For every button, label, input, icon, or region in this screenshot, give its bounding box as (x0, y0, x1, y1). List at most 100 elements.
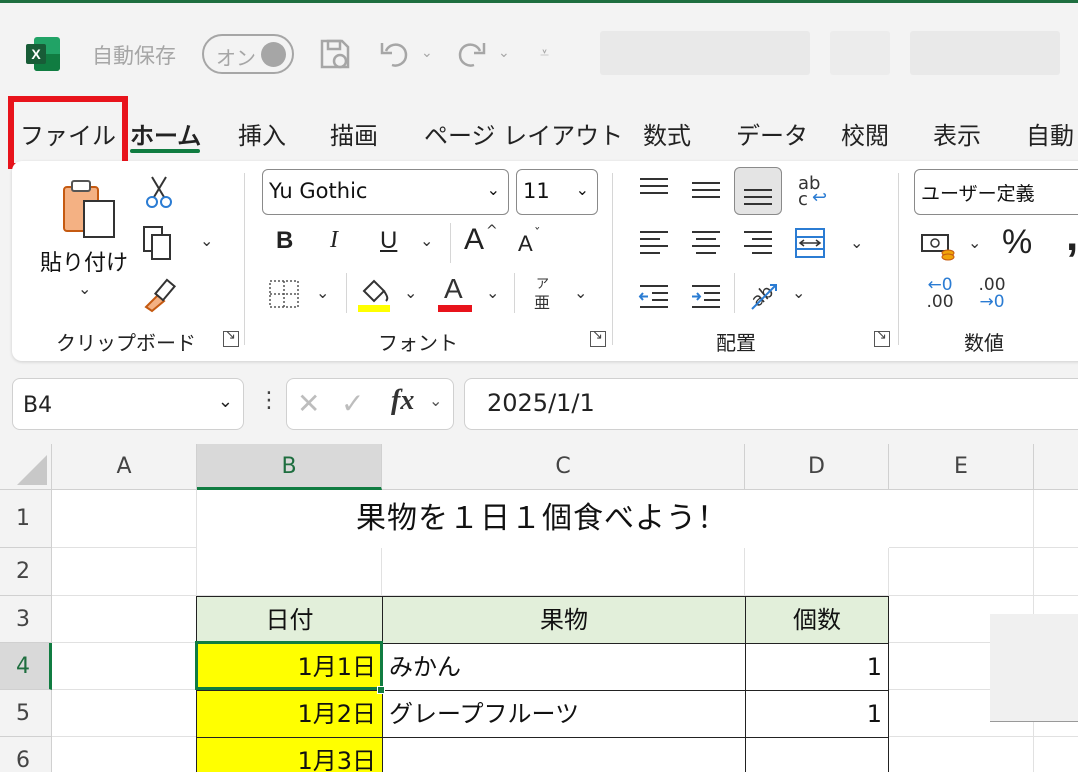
decrease-indent-icon[interactable] (638, 283, 670, 311)
cell-b2[interactable] (197, 548, 382, 596)
row-header-4[interactable]: 4 (0, 643, 52, 690)
align-middle-icon[interactable] (690, 175, 722, 205)
tab-data[interactable]: データ (736, 116, 808, 151)
cell-e6[interactable] (889, 737, 1034, 772)
name-box[interactable]: B4 ⌄ (12, 378, 244, 430)
formula-input[interactable]: 2025/1/1 (464, 378, 1078, 430)
decrease-font-size-button[interactable]: A (518, 231, 533, 257)
increase-decimal-button[interactable]: ←0 .00 (920, 277, 960, 317)
format-painter-icon[interactable] (142, 277, 178, 313)
accounting-dropdown-icon[interactable]: ⌄ (968, 233, 981, 252)
redo-icon[interactable] (454, 37, 488, 71)
cell-a2[interactable] (52, 548, 197, 596)
align-left-icon[interactable] (638, 229, 670, 257)
autosave-toggle[interactable]: オン (202, 34, 294, 74)
table-row-fruit[interactable]: みかん (382, 643, 746, 691)
column-header-c[interactable]: C (382, 444, 745, 490)
font-dialog-launcher-icon[interactable] (590, 328, 606, 347)
phonetic-guide-button[interactable]: ア 亜 (532, 273, 562, 317)
insert-function-button[interactable]: fx (391, 385, 414, 417)
select-all-corner[interactable] (0, 444, 52, 490)
row-header-5[interactable]: 5 (0, 690, 52, 737)
font-size-combo[interactable]: 11 ⌄ (516, 169, 598, 215)
table-row-date[interactable]: 1月2日 (196, 690, 383, 738)
cell-d2[interactable] (745, 548, 889, 596)
row-header-1[interactable]: 1 (0, 490, 52, 548)
row-header-2[interactable]: 2 (0, 548, 52, 596)
percent-style-button[interactable]: % (1002, 223, 1032, 262)
decrease-decimal-button[interactable]: .00 →0 (972, 277, 1012, 317)
underline-dropdown-icon[interactable]: ⌄ (420, 231, 433, 250)
formula-bar-grip-icon[interactable]: ⋮ (258, 388, 280, 413)
table-row-date[interactable]: 1月3日 (196, 737, 383, 772)
cell-a6[interactable] (52, 737, 197, 772)
comma-style-button[interactable]: , (1066, 211, 1078, 261)
column-header-d[interactable]: D (745, 444, 889, 490)
column-header-b[interactable]: B (197, 444, 382, 490)
align-center-icon[interactable] (690, 229, 722, 257)
fill-color-dropdown-icon[interactable]: ⌄ (404, 283, 417, 302)
table-row-count[interactable]: 1 (745, 643, 889, 691)
increase-font-size-button[interactable]: A (464, 223, 484, 257)
cell-f1[interactable] (1034, 490, 1078, 548)
phonetic-dropdown-icon[interactable]: ⌄ (574, 283, 587, 302)
cell-f6[interactable] (1034, 737, 1078, 772)
wrap-text-button[interactable]: ab c ↩ (798, 173, 830, 210)
align-top-icon[interactable] (638, 175, 670, 203)
cell-a5[interactable] (52, 690, 197, 737)
confirm-entry-icon[interactable]: ✓ (341, 387, 364, 420)
floating-panel[interactable] (990, 614, 1078, 722)
tab-view[interactable]: 表示 (933, 116, 981, 151)
customize-qat-icon[interactable]: ⩡ (540, 43, 549, 63)
font-name-combo[interactable]: Yu Gothic ⌄ (262, 169, 509, 215)
underline-button[interactable]: U (380, 227, 397, 255)
table-header-count[interactable]: 個数 (745, 596, 889, 644)
tab-page-layout[interactable]: ページ レイアウト (424, 116, 623, 151)
tab-formulas[interactable]: 数式 (643, 116, 691, 151)
column-header-e[interactable]: E (889, 444, 1034, 490)
tab-review[interactable]: 校閲 (841, 116, 889, 151)
cut-icon[interactable] (144, 175, 174, 209)
name-box-dropdown-icon[interactable]: ⌄ (218, 391, 233, 412)
accounting-format-icon[interactable] (920, 231, 956, 261)
merge-dropdown-icon[interactable]: ⌄ (850, 233, 863, 252)
table-header-date[interactable]: 日付 (196, 596, 383, 644)
table-row-fruit[interactable]: グレープフルーツ (382, 690, 746, 738)
table-row-count[interactable]: 1 (745, 690, 889, 738)
merge-center-icon[interactable] (794, 227, 826, 259)
borders-dropdown-icon[interactable]: ⌄ (316, 283, 329, 302)
table-header-fruit[interactable]: 果物 (382, 596, 746, 644)
cell-e2[interactable] (889, 548, 1034, 596)
sheet-title-cell[interactable]: 果物を１日１個食べよう！ (196, 490, 888, 548)
paste-label[interactable]: 貼り付け (40, 245, 128, 277)
font-color-button[interactable]: A (438, 273, 472, 315)
bold-button[interactable]: B (276, 227, 293, 255)
undo-icon[interactable] (378, 37, 412, 71)
redo-dropdown-icon[interactable]: ⌄ (498, 45, 510, 61)
table-row-fruit[interactable] (382, 737, 746, 772)
column-header-a[interactable]: A (52, 444, 197, 490)
cell-a3[interactable] (52, 596, 197, 643)
alignment-dialog-launcher-icon[interactable] (874, 328, 890, 347)
save-icon[interactable] (318, 37, 352, 71)
table-row-count[interactable] (745, 737, 889, 772)
italic-button[interactable]: I (330, 227, 338, 254)
cell-a1[interactable] (52, 490, 197, 548)
paste-icon[interactable] (58, 177, 120, 239)
row-header-6[interactable]: 6 (0, 737, 52, 772)
clipboard-dialog-launcher-icon[interactable] (223, 328, 239, 347)
cell-c2[interactable] (382, 548, 745, 596)
tab-automate[interactable]: 自動 (1026, 116, 1074, 151)
cell-e1[interactable] (889, 490, 1034, 548)
undo-dropdown-icon[interactable]: ⌄ (421, 45, 433, 61)
paste-dropdown-icon[interactable]: ⌄ (78, 279, 91, 298)
tab-home[interactable]: ホーム (130, 116, 201, 151)
fill-color-icon[interactable] (356, 275, 392, 313)
cell-f2[interactable] (1034, 548, 1078, 596)
copy-dropdown-icon[interactable]: ⌄ (200, 231, 213, 250)
font-name-dropdown-icon[interactable]: ⌄ (487, 180, 500, 199)
orientation-dropdown-icon[interactable]: ⌄ (792, 283, 805, 302)
font-color-dropdown-icon[interactable]: ⌄ (486, 283, 499, 302)
borders-icon[interactable] (268, 279, 302, 309)
cancel-entry-icon[interactable]: ✕ (297, 387, 320, 420)
